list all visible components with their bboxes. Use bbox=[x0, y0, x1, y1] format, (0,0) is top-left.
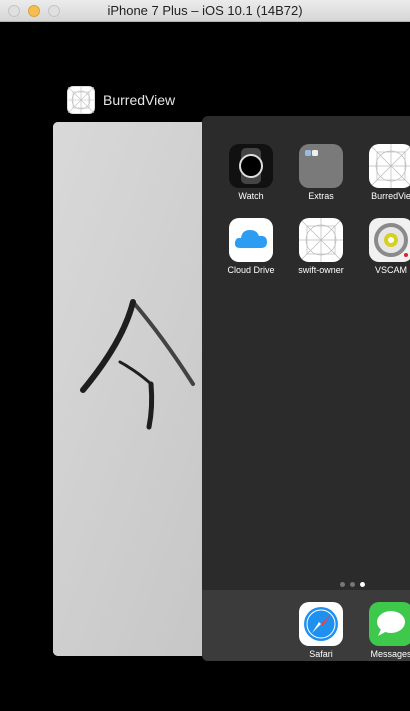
app-label: Extras bbox=[308, 191, 334, 201]
app-label: Messages bbox=[370, 649, 410, 659]
app-watch[interactable]: Watch bbox=[228, 144, 274, 201]
page-dot-active bbox=[360, 582, 365, 587]
page-dot bbox=[350, 582, 355, 587]
home-screen-card[interactable]: Watch Extras BurredVie Cloud Drive swift… bbox=[202, 116, 410, 661]
window-title: iPhone 7 Plus – iOS 10.1 (14B72) bbox=[107, 3, 303, 18]
watch-icon bbox=[229, 144, 273, 188]
app-cloud-drive[interactable]: Cloud Drive bbox=[227, 218, 275, 275]
app-label: VSCAM bbox=[374, 265, 407, 275]
app-vscam[interactable]: VSCAM bbox=[368, 218, 410, 275]
app-burredview[interactable]: BurredVie bbox=[368, 144, 410, 201]
switcher-app-label[interactable]: BurredView bbox=[67, 86, 175, 114]
safari-icon bbox=[299, 602, 343, 646]
grid-placeholder-icon bbox=[299, 218, 343, 262]
app-extras-folder[interactable]: Extras bbox=[298, 144, 344, 201]
folder-icon bbox=[299, 144, 343, 188]
page-indicator[interactable] bbox=[340, 582, 365, 587]
switcher-app-name: BurredView bbox=[103, 92, 176, 108]
app-swift-owner[interactable]: swift-owner bbox=[298, 218, 344, 275]
window-titlebar: iPhone 7 Plus – iOS 10.1 (14B72) bbox=[0, 0, 410, 22]
app-label: Watch bbox=[238, 191, 264, 201]
app-label: swift-owner bbox=[298, 265, 344, 275]
grid-placeholder-icon bbox=[369, 144, 410, 188]
app-label: Safari bbox=[309, 649, 333, 659]
app-label: BurredVie bbox=[371, 191, 410, 201]
dock-app-messages[interactable]: Messages bbox=[368, 602, 410, 659]
app-label: Cloud Drive bbox=[227, 265, 275, 275]
dock: Safari Messages bbox=[202, 590, 410, 661]
icloud-icon bbox=[229, 218, 273, 262]
vscam-icon bbox=[369, 218, 410, 262]
messages-icon bbox=[369, 602, 410, 646]
page-dot bbox=[340, 582, 345, 587]
dock-app-safari[interactable]: Safari bbox=[298, 602, 344, 659]
burredview-app-icon bbox=[67, 86, 95, 114]
